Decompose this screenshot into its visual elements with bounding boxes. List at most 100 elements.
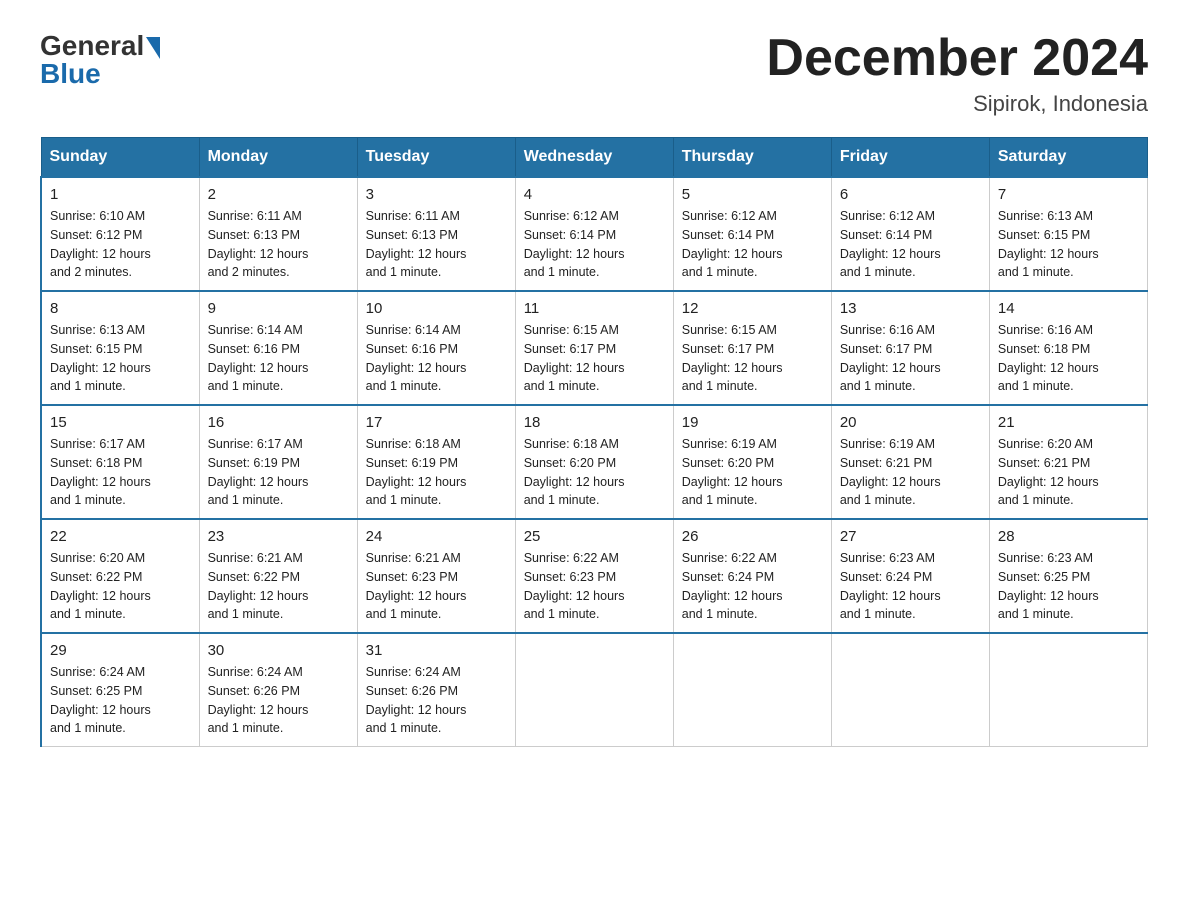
day-number: 27 <box>840 528 981 545</box>
day-number: 16 <box>208 414 349 431</box>
day-number: 14 <box>998 300 1139 317</box>
day-info: Sunrise: 6:19 AMSunset: 6:21 PMDaylight:… <box>840 435 981 510</box>
day-info: Sunrise: 6:21 AMSunset: 6:22 PMDaylight:… <box>208 549 349 624</box>
calendar-cell: 6 Sunrise: 6:12 AMSunset: 6:14 PMDaylight… <box>831 177 989 291</box>
day-info: Sunrise: 6:22 AMSunset: 6:24 PMDaylight:… <box>682 549 823 624</box>
day-info: Sunrise: 6:19 AMSunset: 6:20 PMDaylight:… <box>682 435 823 510</box>
calendar-cell: 18 Sunrise: 6:18 AMSunset: 6:20 PMDayligh… <box>515 405 673 519</box>
day-number: 23 <box>208 528 349 545</box>
calendar-cell: 23 Sunrise: 6:21 AMSunset: 6:22 PMDayligh… <box>199 519 357 633</box>
header-day-tuesday: Tuesday <box>357 138 515 178</box>
day-number: 8 <box>50 300 191 317</box>
day-info: Sunrise: 6:23 AMSunset: 6:24 PMDaylight:… <box>840 549 981 624</box>
day-number: 4 <box>524 186 665 203</box>
day-info: Sunrise: 6:18 AMSunset: 6:19 PMDaylight:… <box>366 435 507 510</box>
day-number: 21 <box>998 414 1139 431</box>
calendar-cell: 10 Sunrise: 6:14 AMSunset: 6:16 PMDayligh… <box>357 291 515 405</box>
calendar-cell: 19 Sunrise: 6:19 AMSunset: 6:20 PMDayligh… <box>673 405 831 519</box>
header-row: SundayMondayTuesdayWednesdayThursdayFrid… <box>41 138 1148 178</box>
day-number: 20 <box>840 414 981 431</box>
day-info: Sunrise: 6:15 AMSunset: 6:17 PMDaylight:… <box>682 321 823 396</box>
day-number: 6 <box>840 186 981 203</box>
calendar-cell <box>515 633 673 747</box>
day-info: Sunrise: 6:13 AMSunset: 6:15 PMDaylight:… <box>50 321 191 396</box>
day-info: Sunrise: 6:13 AMSunset: 6:15 PMDaylight:… <box>998 207 1139 282</box>
day-info: Sunrise: 6:20 AMSunset: 6:21 PMDaylight:… <box>998 435 1139 510</box>
day-number: 15 <box>50 414 191 431</box>
calendar-cell: 17 Sunrise: 6:18 AMSunset: 6:19 PMDayligh… <box>357 405 515 519</box>
calendar-week-2: 8 Sunrise: 6:13 AMSunset: 6:15 PMDaylight… <box>41 291 1148 405</box>
calendar-cell: 11 Sunrise: 6:15 AMSunset: 6:17 PMDayligh… <box>515 291 673 405</box>
calendar-week-4: 22Sunrise: 6:20 AMSunset: 6:22 PMDayligh… <box>41 519 1148 633</box>
day-info: Sunrise: 6:14 AMSunset: 6:16 PMDaylight:… <box>208 321 349 396</box>
day-info: Sunrise: 6:11 AMSunset: 6:13 PMDaylight:… <box>366 207 507 282</box>
day-number: 17 <box>366 414 507 431</box>
day-info: Sunrise: 6:12 AMSunset: 6:14 PMDaylight:… <box>840 207 981 282</box>
calendar-cell: 9 Sunrise: 6:14 AMSunset: 6:16 PMDaylight… <box>199 291 357 405</box>
calendar-cell: 20 Sunrise: 6:19 AMSunset: 6:21 PMDayligh… <box>831 405 989 519</box>
calendar-cell: 21 Sunrise: 6:20 AMSunset: 6:21 PMDayligh… <box>989 405 1147 519</box>
day-number: 11 <box>524 300 665 317</box>
day-number: 10 <box>366 300 507 317</box>
calendar-cell: 4Sunrise: 6:12 AMSunset: 6:14 PMDaylight… <box>515 177 673 291</box>
day-number: 5 <box>682 186 823 203</box>
day-info: Sunrise: 6:21 AMSunset: 6:23 PMDaylight:… <box>366 549 507 624</box>
header-day-friday: Friday <box>831 138 989 178</box>
logo: General Blue <box>40 30 160 90</box>
header-day-monday: Monday <box>199 138 357 178</box>
page-header: General Blue December 2024 Sipirok, Indo… <box>40 30 1148 117</box>
day-number: 24 <box>366 528 507 545</box>
day-number: 7 <box>998 186 1139 203</box>
calendar-body: 1 Sunrise: 6:10 AMSunset: 6:12 PMDaylight… <box>41 177 1148 747</box>
day-info: Sunrise: 6:17 AMSunset: 6:18 PMDaylight:… <box>50 435 191 510</box>
day-number: 28 <box>998 528 1139 545</box>
calendar-cell: 25Sunrise: 6:22 AMSunset: 6:23 PMDayligh… <box>515 519 673 633</box>
day-info: Sunrise: 6:12 AMSunset: 6:14 PMDaylight:… <box>682 207 823 282</box>
day-number: 19 <box>682 414 823 431</box>
day-number: 3 <box>366 186 507 203</box>
day-info: Sunrise: 6:24 AMSunset: 6:26 PMDaylight:… <box>366 663 507 738</box>
title-area: December 2024 Sipirok, Indonesia <box>766 30 1148 117</box>
header-day-sunday: Sunday <box>41 138 199 178</box>
calendar-cell: 3 Sunrise: 6:11 AMSunset: 6:13 PMDaylight… <box>357 177 515 291</box>
day-number: 25 <box>524 528 665 545</box>
calendar-week-1: 1 Sunrise: 6:10 AMSunset: 6:12 PMDaylight… <box>41 177 1148 291</box>
calendar-cell: 2 Sunrise: 6:11 AMSunset: 6:13 PMDaylight… <box>199 177 357 291</box>
calendar-cell: 1 Sunrise: 6:10 AMSunset: 6:12 PMDaylight… <box>41 177 199 291</box>
day-number: 18 <box>524 414 665 431</box>
calendar-cell <box>673 633 831 747</box>
day-info: Sunrise: 6:18 AMSunset: 6:20 PMDaylight:… <box>524 435 665 510</box>
logo-triangle-icon <box>146 37 160 59</box>
day-number: 13 <box>840 300 981 317</box>
day-info: Sunrise: 6:10 AMSunset: 6:12 PMDaylight:… <box>50 207 191 282</box>
calendar-cell: 29Sunrise: 6:24 AMSunset: 6:25 PMDayligh… <box>41 633 199 747</box>
day-number: 2 <box>208 186 349 203</box>
day-number: 12 <box>682 300 823 317</box>
day-info: Sunrise: 6:20 AMSunset: 6:22 PMDaylight:… <box>50 549 191 624</box>
calendar-cell: 26Sunrise: 6:22 AMSunset: 6:24 PMDayligh… <box>673 519 831 633</box>
day-info: Sunrise: 6:16 AMSunset: 6:17 PMDaylight:… <box>840 321 981 396</box>
calendar-cell: 14Sunrise: 6:16 AMSunset: 6:18 PMDayligh… <box>989 291 1147 405</box>
day-number: 31 <box>366 642 507 659</box>
calendar-cell <box>989 633 1147 747</box>
calendar-header: SundayMondayTuesdayWednesdayThursdayFrid… <box>41 138 1148 178</box>
calendar-cell: 13 Sunrise: 6:16 AMSunset: 6:17 PMDayligh… <box>831 291 989 405</box>
day-info: Sunrise: 6:11 AMSunset: 6:13 PMDaylight:… <box>208 207 349 282</box>
calendar-cell: 5 Sunrise: 6:12 AMSunset: 6:14 PMDaylight… <box>673 177 831 291</box>
calendar-table: SundayMondayTuesdayWednesdayThursdayFrid… <box>40 137 1148 747</box>
calendar-week-3: 15 Sunrise: 6:17 AMSunset: 6:18 PMDayligh… <box>41 405 1148 519</box>
header-day-thursday: Thursday <box>673 138 831 178</box>
day-info: Sunrise: 6:24 AMSunset: 6:25 PMDaylight:… <box>50 663 191 738</box>
day-info: Sunrise: 6:15 AMSunset: 6:17 PMDaylight:… <box>524 321 665 396</box>
calendar-cell: 30Sunrise: 6:24 AMSunset: 6:26 PMDayligh… <box>199 633 357 747</box>
day-info: Sunrise: 6:14 AMSunset: 6:16 PMDaylight:… <box>366 321 507 396</box>
calendar-cell <box>831 633 989 747</box>
day-number: 9 <box>208 300 349 317</box>
calendar-cell: 8 Sunrise: 6:13 AMSunset: 6:15 PMDaylight… <box>41 291 199 405</box>
calendar-cell: 12 Sunrise: 6:15 AMSunset: 6:17 PMDayligh… <box>673 291 831 405</box>
day-number: 1 <box>50 186 191 203</box>
day-info: Sunrise: 6:23 AMSunset: 6:25 PMDaylight:… <box>998 549 1139 624</box>
calendar-cell: 27 Sunrise: 6:23 AMSunset: 6:24 PMDayligh… <box>831 519 989 633</box>
day-info: Sunrise: 6:24 AMSunset: 6:26 PMDaylight:… <box>208 663 349 738</box>
calendar-cell: 31 Sunrise: 6:24 AMSunset: 6:26 PMDayligh… <box>357 633 515 747</box>
